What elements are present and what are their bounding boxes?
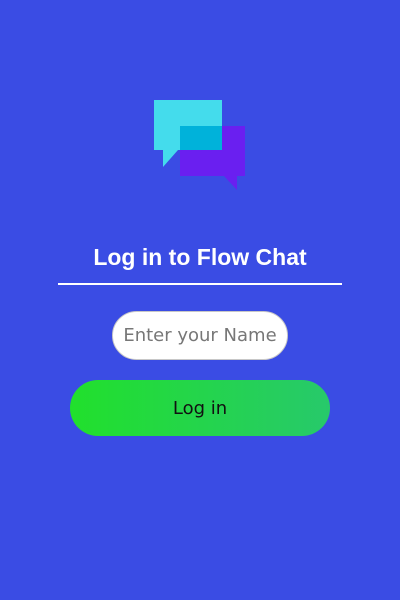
page-title: Log in to Flow Chat [93,244,307,270]
name-input[interactable] [112,311,288,360]
chat-bubbles-icon [154,100,245,190]
bubble-overlap-shape [180,126,222,150]
title-divider [58,283,342,285]
login-button[interactable]: Log in [70,380,330,436]
